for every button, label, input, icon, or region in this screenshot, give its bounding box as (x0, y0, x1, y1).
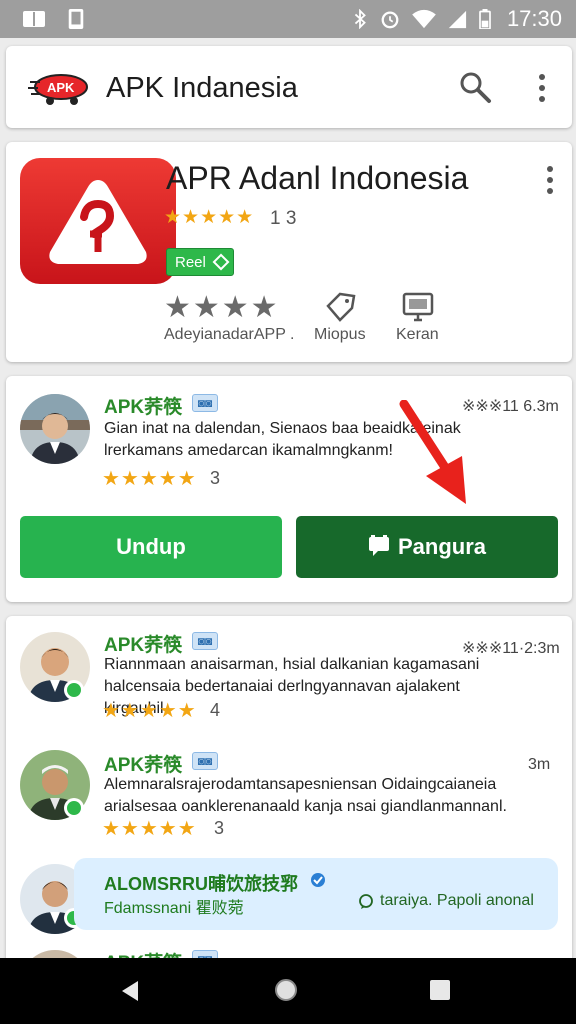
developer-name[interactable]: AdeyianadarAPP . (164, 326, 294, 344)
action-miopus-label[interactable]: Miopus (314, 326, 366, 344)
app-rating-count: 1 3 (270, 208, 297, 229)
review-like-count: 4 (210, 700, 221, 720)
reviewer-name[interactable]: APK荞筷 (104, 630, 182, 657)
reviewer-name[interactable]: APK荞筷 (104, 392, 182, 419)
review-like-count: 3 (210, 468, 221, 488)
tag-icon[interactable] (324, 292, 356, 322)
action-keran-label[interactable]: Keran (396, 326, 439, 344)
phone-icon (68, 9, 84, 29)
app-info-card: APR Adanl Indonesia ★★★★★ 1 3 Reel ★★★★ … (6, 142, 572, 362)
undup-button[interactable]: Undup (20, 516, 282, 578)
avatar[interactable] (20, 394, 90, 464)
highlight-bubble[interactable]: ALOMSRRU晡饮旅技郛 Fdamssnani 瞿败菀 taraiya. Pa… (74, 858, 558, 930)
app-name: APR Adanl Indonesia (166, 160, 469, 196)
svg-text:APK: APK (47, 80, 75, 95)
review-like-count: 3 (214, 818, 225, 838)
reviews-list-card: APK荞筷 ◙◙ ※※※11·2:3m Riannmaan anaisarman… (6, 616, 572, 1020)
highlight-name: ALOMSRRU晡饮旅技郛 (104, 874, 298, 894)
signal-icon (448, 10, 467, 29)
app-bar-title: APK Indanesia (106, 72, 298, 104)
reel-badge-label: Reel (175, 254, 206, 271)
highlight-subtitle: Fdamssnani 瞿败菀 (104, 900, 244, 917)
verified-badge (64, 680, 84, 700)
featured-review-card: APK荞筷 ◙◙ ※※※11 6.3m Gian inat na dalenda… (6, 376, 572, 602)
verified-icon (311, 873, 325, 887)
gray-rating-stars: ★★★★ (164, 291, 280, 324)
book-icon (23, 11, 45, 27)
pangura-button-label: Pangura (397, 534, 487, 559)
battery-icon (479, 9, 491, 29)
review-text: Alemnaralsrajerodamtansapesniensan Oidai… (104, 776, 507, 815)
wifi-icon (412, 9, 436, 29)
app-icon[interactable] (20, 158, 176, 284)
app-bar: APK APK Indanesia (6, 46, 572, 128)
more-vert-icon[interactable] (528, 72, 556, 104)
reviewer-tag: ◙◙ (192, 394, 218, 412)
diamond-icon (212, 253, 230, 271)
home-icon[interactable] (275, 979, 297, 1001)
chat-icon (368, 535, 389, 556)
pangura-button[interactable]: Pangura (296, 516, 558, 578)
review-stars: ★★★★★ (102, 468, 197, 490)
warning-triangle-icon (49, 180, 147, 264)
back-icon[interactable] (120, 980, 140, 1002)
monitor-icon[interactable] (402, 292, 434, 322)
bluetooth-icon (354, 9, 366, 29)
highlight-link[interactable]: taraiya. Papoli anonal (380, 892, 534, 910)
status-time: 17:30 (506, 6, 562, 31)
review-time: 3m (528, 756, 551, 773)
search-icon[interactable] (458, 70, 492, 104)
nav-bar (0, 958, 576, 1024)
chat-icon (359, 894, 373, 909)
review-stars: ★★★★★ (102, 700, 197, 722)
undup-button-label: Undup (116, 534, 186, 559)
red-arrow-annotation (399, 400, 466, 504)
recents-icon[interactable] (430, 980, 450, 1000)
verified-badge (64, 798, 84, 818)
review-stars: ★★★★★ (102, 818, 197, 840)
reviewer-tag: ◙◙ (192, 632, 218, 650)
app-rating-stars: ★★★★★ (164, 207, 255, 228)
apk-logo: APK (28, 74, 88, 105)
status-bar: 17:30 (0, 0, 576, 38)
reel-badge[interactable]: Reel (166, 248, 234, 276)
alarm-icon (381, 11, 399, 29)
app-more-icon[interactable] (540, 164, 560, 196)
reviewer-tag: ◙◙ (192, 752, 218, 770)
reviewer-name[interactable]: APK荞筷 (104, 750, 182, 777)
